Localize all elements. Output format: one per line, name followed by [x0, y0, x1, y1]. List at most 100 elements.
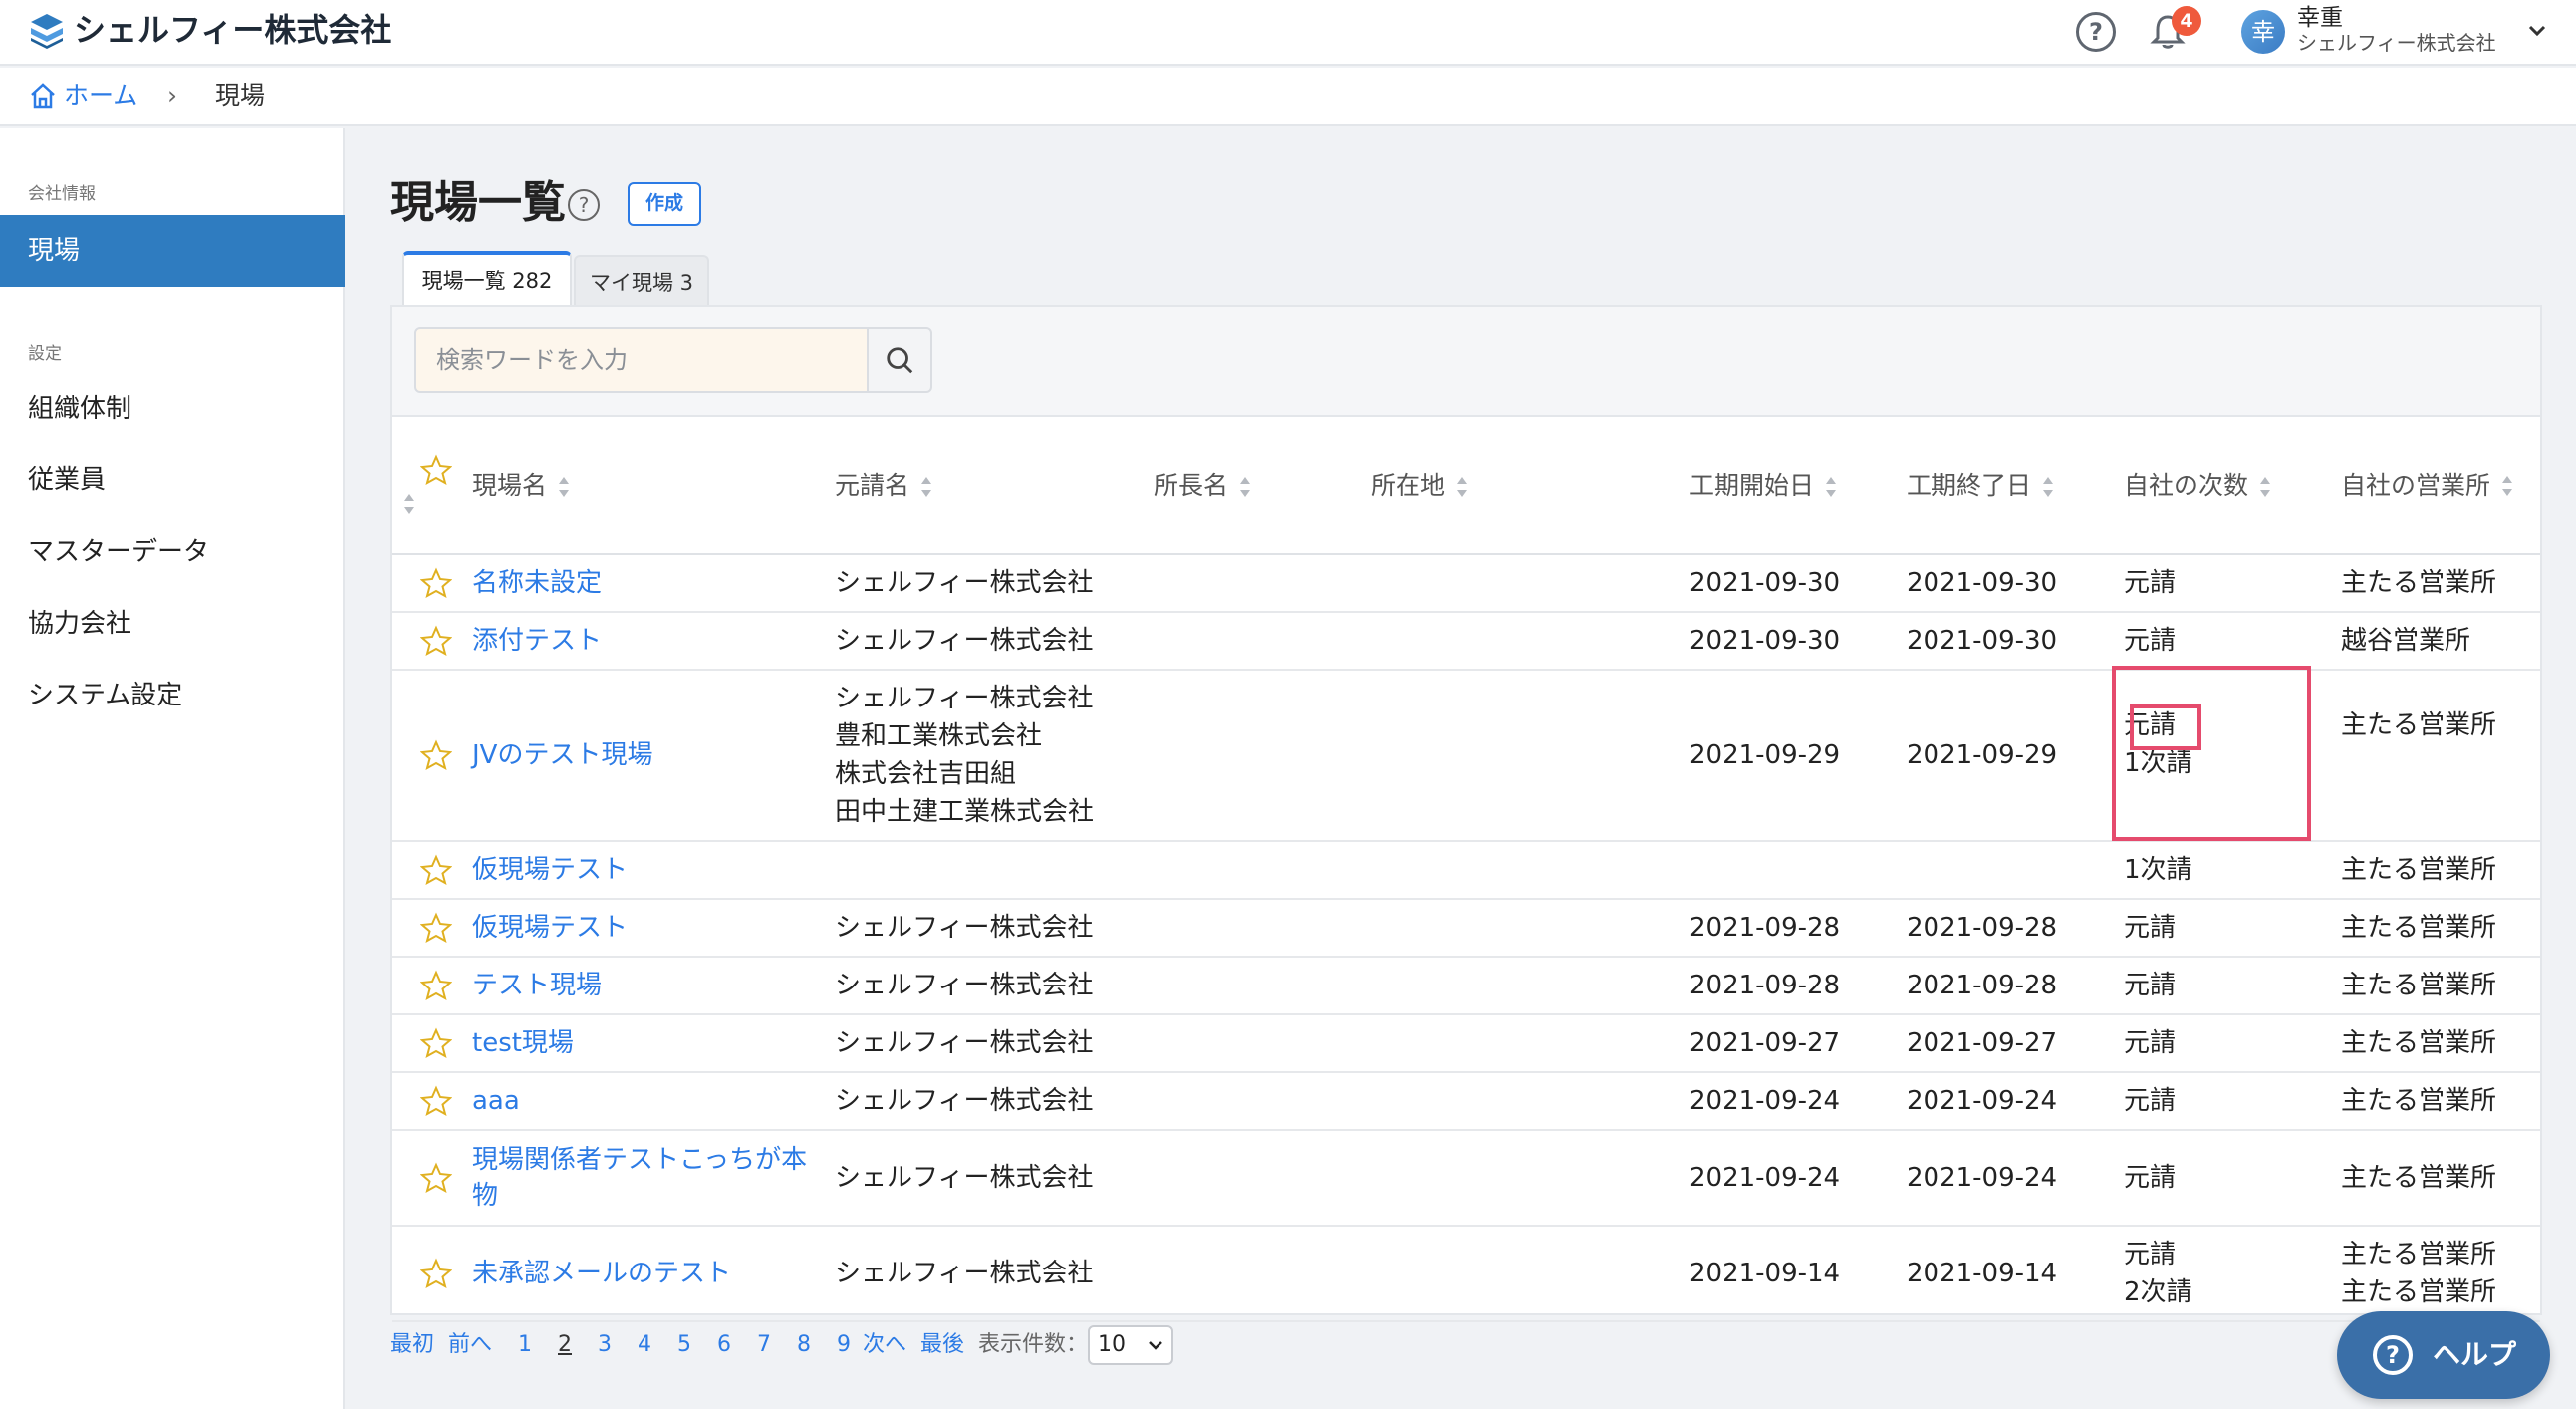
table-row[interactable]: 名称未設定 シェルフィー株式会社 2021-09-30 2021-09-30 元請 主たる… — [392, 554, 2540, 613]
header-end-date[interactable]: 工期終了日 — [1907, 419, 2124, 555]
site-name-link[interactable]: aaa — [472, 1086, 520, 1116]
star-icon[interactable] — [420, 1085, 452, 1117]
site-name-cell[interactable]: 仮現場テスト — [472, 841, 835, 900]
sort-icon[interactable] — [1455, 475, 1469, 499]
header-location[interactable]: 所在地 — [1371, 419, 1689, 555]
sidebar-item-employees[interactable]: 従業員 — [0, 444, 345, 516]
header-start-date[interactable]: 工期開始日 — [1689, 419, 1907, 555]
header-tier[interactable]: 自社の次数 — [2124, 419, 2341, 555]
favorite-cell[interactable] — [392, 957, 472, 1015]
search-button[interactable] — [867, 327, 932, 393]
table-row[interactable]: test現場 シェルフィー株式会社 2021-09-27 2021-09-27 元請 主た… — [392, 1014, 2540, 1073]
pagination-page-2[interactable]: 2 — [558, 1325, 572, 1365]
favorite-cell[interactable] — [392, 841, 472, 900]
favorite-cell[interactable] — [392, 612, 472, 671]
help-icon[interactable]: ? — [2076, 12, 2116, 52]
favorite-cell[interactable] — [392, 1014, 472, 1073]
star-icon[interactable] — [420, 454, 452, 486]
sidebar-item-master-data[interactable]: マスターデータ — [0, 516, 345, 588]
title-help-icon[interactable]: ? — [568, 189, 600, 221]
star-icon[interactable] — [420, 567, 452, 599]
header-site-name[interactable]: 現場名 — [472, 419, 835, 555]
site-name-cell[interactable]: aaa — [472, 1072, 835, 1131]
pagination-page-1[interactable]: 1 — [518, 1325, 532, 1365]
site-name-cell[interactable]: 未承認メールのテスト — [472, 1226, 835, 1322]
site-name-cell[interactable]: 仮現場テスト — [472, 899, 835, 958]
table-row[interactable]: aaa シェルフィー株式会社 2021-09-24 2021-09-24 元請 主たる営業… — [392, 1072, 2540, 1131]
sort-icon[interactable] — [2258, 475, 2272, 499]
pagination-page-7[interactable]: 7 — [757, 1325, 771, 1365]
help-button[interactable]: ? ヘルプ — [2337, 1311, 2550, 1399]
user-name[interactable]: 幸重 — [2297, 4, 2343, 32]
search-input[interactable] — [414, 327, 869, 393]
tab-my-sites[interactable]: マイ現場 3 — [574, 255, 709, 307]
site-name-cell[interactable]: 名称未設定 — [472, 554, 835, 613]
site-name-link[interactable]: 添付テスト — [472, 626, 602, 656]
site-name-link[interactable]: 現場関係者テストこっちが本物 — [472, 1145, 807, 1211]
header-contractor[interactable]: 元請名 — [835, 419, 1154, 555]
table-row[interactable]: 現場関係者テストこっちが本物 シェルフィー株式会社 2021-09-24 2021-0… — [392, 1130, 2540, 1227]
pagination-page-4[interactable]: 4 — [638, 1325, 651, 1365]
table-row[interactable]: テスト現場 シェルフィー株式会社 2021-09-28 2021-09-28 元請 主たる… — [392, 957, 2540, 1015]
avatar[interactable]: 幸 — [2241, 10, 2285, 54]
per-page-select[interactable]: 10 — [1088, 1325, 1173, 1365]
sort-icon[interactable] — [2500, 474, 2514, 498]
pagination-prev[interactable]: 前へ — [448, 1325, 492, 1365]
sidebar-item-partners[interactable]: 協力会社 — [0, 588, 345, 660]
star-icon[interactable] — [420, 854, 452, 886]
table-row[interactable]: 仮現場テスト シェルフィー株式会社 2021-09-28 2021-09-28 元請 主た… — [392, 899, 2540, 958]
favorite-cell[interactable] — [392, 1226, 472, 1322]
sort-icon[interactable] — [557, 475, 571, 499]
pagination-page-6[interactable]: 6 — [717, 1325, 731, 1365]
header-office[interactable]: 自社の営業所 — [2341, 419, 2540, 555]
favorite-cell[interactable] — [392, 1072, 472, 1131]
favorite-cell[interactable] — [392, 899, 472, 958]
sidebar-item-sites[interactable]: 現場 — [0, 215, 345, 287]
pagination-first[interactable]: 最初 — [390, 1325, 434, 1365]
favorite-column-header[interactable] — [392, 419, 472, 555]
sort-icon[interactable] — [2041, 475, 2055, 499]
user-company[interactable]: シェルフィー株式会社 — [2297, 30, 2496, 56]
table-row[interactable]: 添付テスト シェルフィー株式会社 2021-09-30 2021-09-30 元請 越谷営… — [392, 612, 2540, 671]
pagination-page-9[interactable]: 9 — [837, 1325, 851, 1365]
sort-icon[interactable] — [1824, 475, 1838, 499]
home-icon[interactable] — [28, 81, 58, 111]
pagination-page-5[interactable]: 5 — [677, 1325, 691, 1365]
pagination-last[interactable]: 最後 — [920, 1325, 964, 1365]
company-name[interactable]: シェルフィー株式会社 — [74, 8, 391, 52]
breadcrumb-home-link[interactable]: ホーム — [64, 80, 137, 112]
favorite-cell[interactable] — [392, 670, 472, 842]
site-name-cell[interactable]: 添付テスト — [472, 612, 835, 671]
sort-icon[interactable] — [402, 492, 416, 516]
site-name-cell[interactable]: test現場 — [472, 1014, 835, 1073]
table-row[interactable]: 未承認メールのテスト シェルフィー株式会社 2021-09-14 2021-09-14… — [392, 1226, 2540, 1322]
table-row[interactable]: 仮現場テスト 1次請 主たる営業所 — [392, 841, 2540, 900]
chevron-down-icon[interactable] — [2526, 20, 2548, 42]
sidebar-item-system-settings[interactable]: システム設定 — [0, 660, 345, 731]
header-manager[interactable]: 所長名 — [1154, 419, 1371, 555]
site-name-cell[interactable]: JVのテスト現場 — [472, 670, 835, 842]
site-name-cell[interactable]: 現場関係者テストこっちが本物 — [472, 1130, 835, 1227]
pagination-page-3[interactable]: 3 — [598, 1325, 612, 1365]
pagination-page-8[interactable]: 8 — [797, 1325, 811, 1365]
site-name-link[interactable]: 仮現場テスト — [472, 913, 628, 943]
site-name-link[interactable]: test現場 — [472, 1028, 574, 1058]
star-icon[interactable] — [420, 739, 452, 771]
tab-site-list[interactable]: 現場一覧 282 — [402, 251, 572, 307]
site-name-cell[interactable]: テスト現場 — [472, 957, 835, 1015]
create-button[interactable]: 作成 — [628, 182, 701, 226]
site-name-link[interactable]: 未承認メールのテスト — [472, 1259, 731, 1288]
sort-icon[interactable] — [919, 475, 933, 499]
sidebar-item-organization[interactable]: 組織体制 — [0, 373, 345, 444]
site-name-link[interactable]: 名称未設定 — [472, 568, 602, 598]
site-name-link[interactable]: JVのテスト現場 — [472, 740, 652, 770]
favorite-cell[interactable] — [392, 1130, 472, 1227]
star-icon[interactable] — [420, 1258, 452, 1289]
site-name-link[interactable]: テスト現場 — [472, 971, 602, 1000]
sort-icon[interactable] — [1238, 475, 1252, 499]
star-icon[interactable] — [420, 1027, 452, 1059]
star-icon[interactable] — [420, 970, 452, 1001]
site-name-link[interactable]: 仮現場テスト — [472, 855, 628, 885]
star-icon[interactable] — [420, 912, 452, 944]
star-icon[interactable] — [420, 625, 452, 657]
